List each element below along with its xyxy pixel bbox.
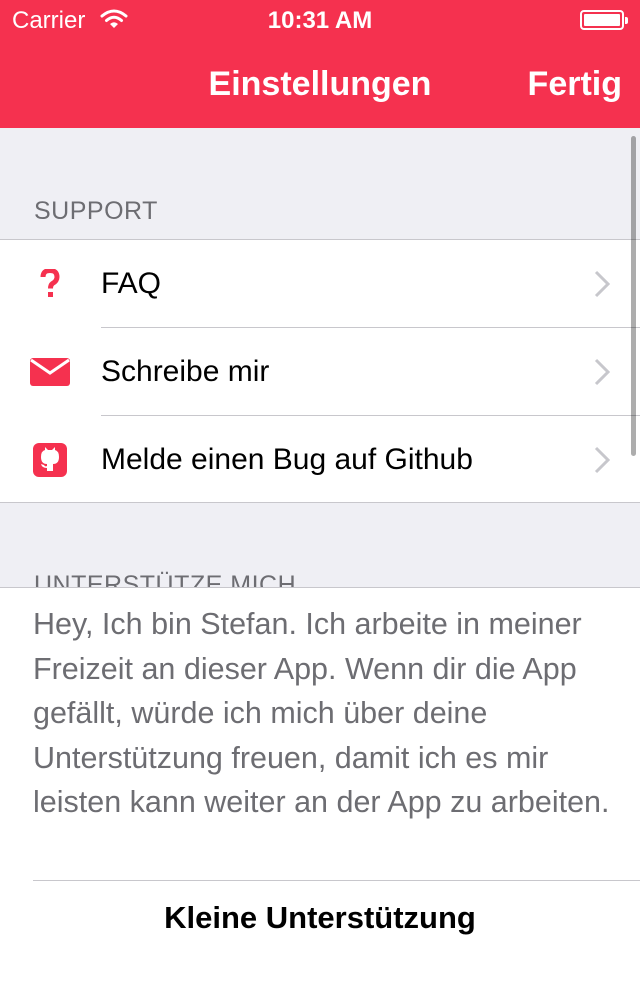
- support-me-group: Hey, Ich bin Stefan. Ich arbeite in mein…: [0, 587, 640, 987]
- status-time: 10:31 AM: [267, 7, 373, 34]
- write-me-label: Schreibe mir: [101, 355, 270, 388]
- report-bug-label: Melde einen Bug auf Github: [101, 443, 473, 476]
- chevron-right-icon: [594, 358, 611, 386]
- support-me-text: Hey, Ich bin Stefan. Ich arbeite in mein…: [33, 607, 610, 819]
- small-support-button[interactable]: Kleine Unterstützung: [0, 900, 640, 936]
- row-separator: [33, 880, 640, 881]
- status-bar: Carrier 10:31 AM: [0, 0, 640, 40]
- support-group: FAQ Schreibe mir Melde einen Bug auf Git…: [0, 239, 640, 503]
- done-button[interactable]: Fertig: [528, 64, 622, 104]
- envelope-icon: [30, 352, 70, 392]
- battery-icon: [580, 10, 628, 30]
- faq-label: FAQ: [101, 267, 162, 300]
- faq-row[interactable]: FAQ: [0, 240, 640, 328]
- battery-level: [584, 14, 620, 26]
- github-icon: [30, 440, 70, 480]
- chevron-right-icon: [594, 446, 611, 474]
- settings-table[interactable]: SUPPORT FAQ Schreibe mir Melde einen Bug…: [0, 128, 640, 987]
- chevron-right-icon: [594, 270, 611, 298]
- report-bug-row[interactable]: Melde einen Bug auf Github: [0, 416, 640, 504]
- scroll-indicator[interactable]: [631, 136, 636, 456]
- battery-nub: [625, 17, 628, 24]
- navigation-bar: Einstellungen Fertig: [0, 40, 640, 128]
- write-me-row[interactable]: Schreibe mir: [0, 328, 640, 416]
- section-header-support: SUPPORT: [34, 197, 158, 225]
- question-icon: [30, 264, 70, 304]
